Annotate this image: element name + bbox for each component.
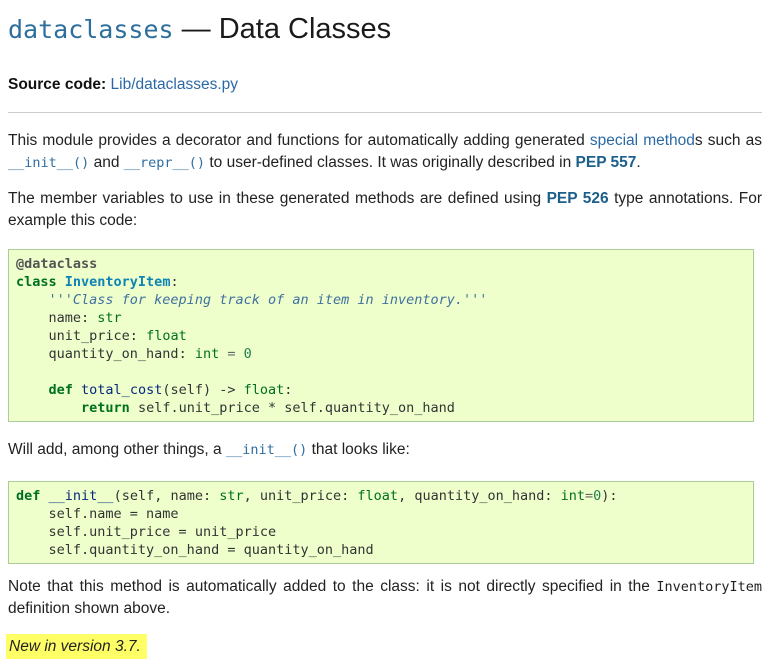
field-name: name — [48, 310, 82, 326]
intro-text: This module provides a decorator and fun… — [8, 132, 590, 149]
source-code-link[interactable]: Lib/dataclasses.py — [111, 76, 239, 93]
annotations-text: The member variables to use in these gen… — [8, 190, 547, 207]
intro-paragraph: This module provides a decorator and fun… — [8, 130, 762, 174]
init-code-link-2[interactable]: __init__() — [226, 441, 307, 458]
init-code-link[interactable]: __init__() — [8, 154, 89, 171]
code-text: (self, name: — [113, 488, 220, 504]
code-text: ): — [601, 488, 618, 504]
code-text: , unit_price: — [243, 488, 358, 504]
pep-526-link[interactable]: PEP 526 — [547, 190, 609, 207]
field-type: str — [97, 310, 122, 326]
class-name: InventoryItem — [64, 274, 171, 290]
module-name-link[interactable]: dataclasses — [8, 15, 174, 44]
assignment-line: self.unit_price = unit_price — [48, 524, 277, 540]
docstring: '''Class for keeping track of an item in… — [48, 292, 488, 308]
special-method-link[interactable]: special method — [590, 132, 695, 149]
repr-code: __repr__() — [123, 155, 206, 171]
init-intro-text: that looks like: — [307, 441, 410, 458]
repr-code-link[interactable]: __repr__() — [124, 154, 205, 171]
method-signature: (self) -> — [162, 382, 244, 398]
pep-557-link[interactable]: PEP 557 — [576, 154, 637, 171]
intro-text: . — [636, 154, 641, 171]
code-example-class: @dataclass class InventoryItem: '''Class… — [8, 249, 754, 422]
intro-text: to user-defined classes. It was original… — [205, 154, 576, 171]
field-type: float — [146, 328, 187, 344]
return-expression: self.unit_price * self.quantity_on_hand — [137, 400, 455, 416]
code-example-init: def __init__(self, name: str, unit_price… — [8, 481, 754, 564]
field-default: 0 — [243, 346, 252, 362]
source-code-label: Source code: — [8, 76, 107, 93]
page-title: dataclasses — Data Classes — [8, 9, 391, 50]
title-text: Data Classes — [218, 13, 392, 45]
title-dash: — — [181, 13, 211, 45]
note-paragraph: Note that this method is automatically a… — [8, 576, 762, 620]
version-added-badge: New in version 3.7. — [6, 634, 147, 659]
method-name: __init__ — [48, 488, 114, 504]
keyword-def: def — [48, 382, 73, 398]
note-text: definition shown above. — [8, 600, 171, 617]
field-name: quantity_on_hand — [48, 346, 179, 362]
assignment-line: self.quantity_on_hand = quantity_on_hand — [48, 542, 374, 558]
inventoryitem-code: InventoryItem — [656, 579, 762, 595]
divider — [8, 112, 762, 113]
init-intro-paragraph: Will add, among other things, a __init__… — [8, 439, 762, 461]
source-code-line: Source code: Lib/dataclasses.py — [8, 74, 238, 96]
keyword-class: class — [16, 274, 57, 290]
annotations-paragraph: The member variables to use in these gen… — [8, 188, 762, 232]
param-type: int — [560, 488, 586, 504]
note-text: Note that this method is automatically a… — [8, 578, 657, 595]
intro-text: s such as — [694, 132, 762, 149]
code-operator: = — [585, 488, 594, 504]
doc-page: dataclasses — Data Classes Source code: … — [0, 0, 770, 665]
keyword-return: return — [81, 400, 130, 416]
code-text: , quantity_on_hand: — [398, 488, 561, 504]
param-type: float — [357, 488, 399, 504]
code-punct: : — [170, 274, 179, 290]
param-type: str — [219, 488, 244, 504]
assignment-line: self.name = name — [48, 506, 179, 522]
init-code: __init__() — [225, 442, 308, 458]
method-name: total_cost — [81, 382, 163, 398]
init-intro-text: Will add, among other things, a — [8, 441, 226, 458]
field-name: unit_price — [48, 328, 130, 344]
decorator: @dataclass — [16, 256, 98, 272]
return-type: float — [243, 382, 285, 398]
intro-text: and — [89, 154, 124, 171]
field-type: int — [194, 346, 220, 362]
keyword-def: def — [16, 488, 41, 504]
init-code: __init__() — [8, 155, 90, 171]
